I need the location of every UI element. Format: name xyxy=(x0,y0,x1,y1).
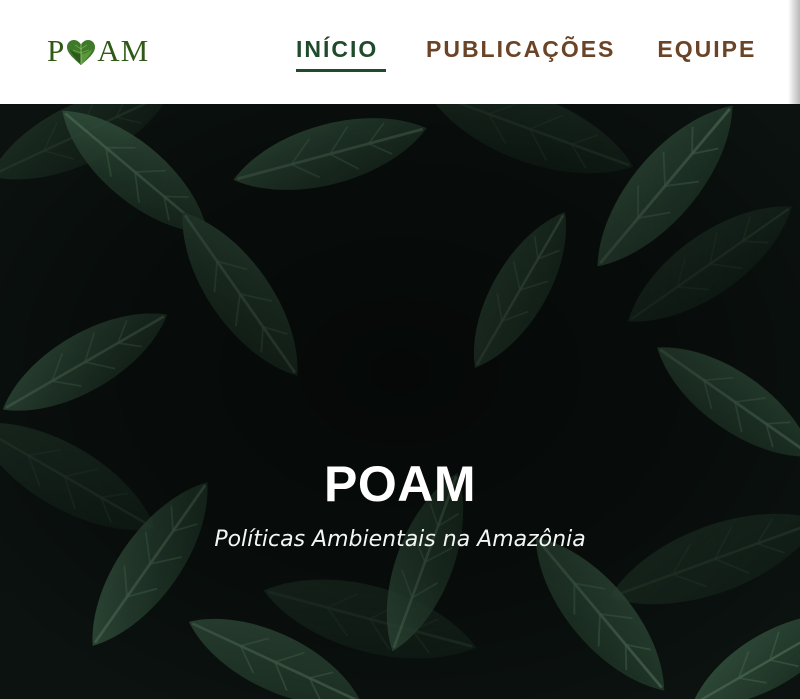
leaves-background-image xyxy=(0,104,800,699)
main-nav: INÍCIO PUBLICAÇÕES EQUIPE xyxy=(296,36,756,72)
nav-item-publicacoes[interactable]: PUBLICAÇÕES xyxy=(426,36,615,69)
hero-section: POAM Políticas Ambientais na Amazônia xyxy=(0,104,800,699)
nav-item-equipe[interactable]: EQUIPE xyxy=(657,36,756,69)
logo-text-am: AM xyxy=(97,33,150,68)
site-header: P AM INÍCIO PUBLICAÇÕES EQUIPE xyxy=(0,0,800,104)
nav-item-inicio[interactable]: INÍCIO xyxy=(296,36,386,72)
header-scroll-shadow xyxy=(788,0,800,104)
leaf-heart-icon xyxy=(67,38,96,65)
hero-subtitle: Políticas Ambientais na Amazônia xyxy=(214,527,586,552)
logo-text-p: P xyxy=(47,33,66,68)
hero-title: POAM xyxy=(324,456,476,512)
site-logo[interactable]: P AM xyxy=(47,33,149,69)
